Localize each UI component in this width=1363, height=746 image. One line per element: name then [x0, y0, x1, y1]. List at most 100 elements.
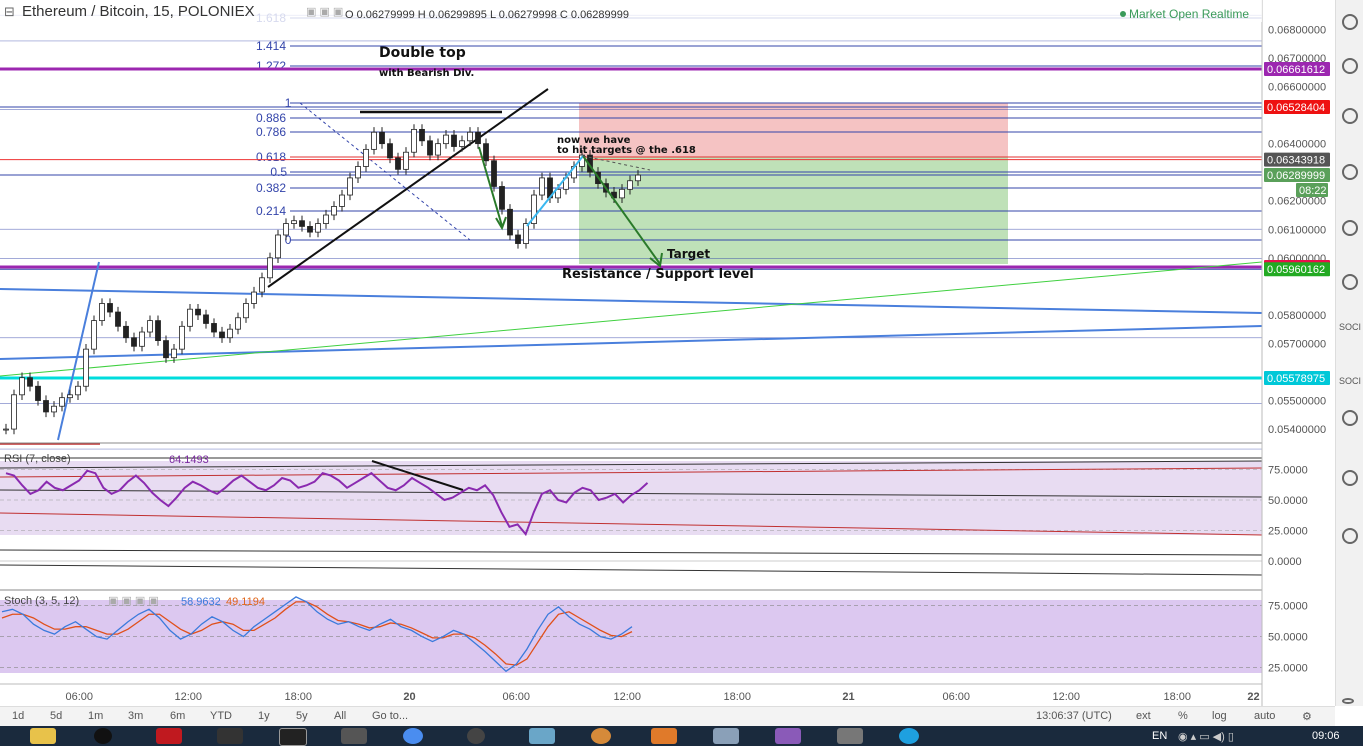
- scale-button[interactable]: auto: [1254, 710, 1275, 722]
- candle-body: [19, 377, 25, 396]
- candle-body: [131, 337, 137, 347]
- time-tick-label: 12:00: [614, 691, 642, 703]
- rsi-value: 64.1493: [169, 454, 209, 466]
- goto-button[interactable]: Go to...: [372, 710, 408, 722]
- candle-body: [363, 148, 369, 167]
- stoch-tool-icons[interactable]: ▣ ▣ ▣ ▣: [108, 595, 159, 607]
- chart-canvas[interactable]: 1.6181.4141.27210.8860.7860.6180.50.3820…: [0, 0, 1363, 746]
- terminal-icon[interactable]: [279, 728, 307, 746]
- data-window-icon[interactable]: [1342, 108, 1358, 124]
- social-label-2[interactable]: SOCI: [1339, 376, 1361, 386]
- social-label[interactable]: SOCI: [1339, 322, 1361, 332]
- clock[interactable]: 09:06: [1312, 730, 1340, 742]
- candle-body: [267, 257, 273, 279]
- minimize-icon[interactable]: ⊟: [4, 4, 15, 19]
- window-icon[interactable]: [217, 728, 243, 744]
- candle-body: [115, 311, 121, 327]
- lock-icon[interactable]: [837, 728, 863, 744]
- candle-body: [67, 394, 73, 399]
- target-label[interactable]: Target: [667, 247, 710, 261]
- price-tick-label: 0.06800000: [1268, 25, 1326, 37]
- visual-studio-icon[interactable]: [775, 728, 801, 744]
- candle-body: [387, 143, 393, 159]
- candle-body: [355, 166, 361, 179]
- time-axis[interactable]: 06:00 12:00 18:00 20 06:00 12:00 18:00 21 06:00 1…: [66, 691, 1260, 703]
- price-tick-label: 0.06100000: [1268, 224, 1326, 236]
- hit-targets-label[interactable]: to hit targets @ the .618: [557, 145, 696, 156]
- candle-body: [251, 291, 257, 304]
- file-explorer-icon[interactable]: [30, 728, 56, 744]
- scale-button[interactable]: ext: [1136, 710, 1151, 722]
- candle-body: [379, 131, 385, 145]
- chrome-icon[interactable]: [403, 728, 423, 744]
- candle-body: [507, 208, 513, 236]
- scale-button[interactable]: %: [1178, 710, 1188, 722]
- stoch-tick-label: 25.0000: [1268, 663, 1308, 675]
- skype-icon[interactable]: [899, 728, 919, 744]
- candle-body: [43, 400, 49, 413]
- candle-body: [3, 428, 9, 431]
- candle-body: [347, 177, 353, 196]
- vm-icon[interactable]: [713, 728, 739, 744]
- header-tool-icons[interactable]: ▣ ▣ ▣: [306, 6, 343, 18]
- bearish-div-label[interactable]: with Bearish Div.: [379, 68, 474, 79]
- media-icon[interactable]: [156, 728, 182, 744]
- period-button[interactable]: 5y: [296, 710, 308, 722]
- utc-clock[interactable]: 13:06:37 (UTC): [1036, 710, 1112, 722]
- mp3-icon[interactable]: [341, 728, 367, 744]
- alerts-icon[interactable]: [1342, 58, 1358, 74]
- language-indicator[interactable]: EN: [1152, 730, 1167, 742]
- double-top-label[interactable]: Double top: [379, 45, 466, 61]
- calendar-icon[interactable]: [1342, 220, 1358, 236]
- phone-icon[interactable]: [1342, 528, 1358, 544]
- period-button[interactable]: 1y: [258, 710, 270, 722]
- candle-body: [427, 140, 433, 156]
- candle-body: [107, 303, 113, 313]
- resistance-label[interactable]: Resistance / Support level: [562, 267, 754, 282]
- price-tick-label: 0.05700000: [1268, 338, 1326, 350]
- fib-level-label: 0.786: [256, 125, 286, 139]
- streams-icon[interactable]: [1342, 470, 1358, 486]
- price-badge-label: 0.05960162: [1267, 264, 1325, 276]
- period-button[interactable]: 5d: [50, 710, 62, 722]
- candle-body: [139, 331, 145, 347]
- stoch-tick-label: 75.0000: [1268, 601, 1308, 613]
- stoch-label[interactable]: Stoch (3, 5, 12): [4, 595, 79, 607]
- period-button[interactable]: 6m: [170, 710, 185, 722]
- candle-body: [35, 385, 41, 401]
- video-icon[interactable]: [651, 728, 677, 744]
- taskbar: EN ◉ ▴ ▭ ◀) ▯ 09:06: [0, 726, 1363, 746]
- watchlist-icon[interactable]: [1342, 14, 1358, 30]
- app-icon[interactable]: [94, 728, 112, 744]
- fib-level-label: 0.214: [256, 204, 286, 218]
- help-icon[interactable]: [1342, 698, 1354, 704]
- candle-body: [635, 174, 641, 182]
- headset-icon[interactable]: [467, 728, 485, 744]
- ideas-icon[interactable]: [1342, 274, 1358, 290]
- period-button[interactable]: All: [334, 710, 346, 722]
- rsi-label[interactable]: RSI (7, close): [4, 453, 71, 465]
- notes-icon[interactable]: [529, 728, 555, 744]
- scale-button[interactable]: log: [1212, 710, 1227, 722]
- candle-body: [147, 320, 153, 333]
- gear-icon[interactable]: ⚙: [1302, 710, 1312, 723]
- candle-body: [331, 206, 337, 216]
- market-status: Market Open Realtime: [1129, 7, 1249, 21]
- period-button[interactable]: 1d: [12, 710, 24, 722]
- price-badge-label: 0.06661612: [1267, 64, 1325, 76]
- price-axis[interactable]: 0.068000000.067000000.066000000.06400000…: [1264, 25, 1330, 675]
- hotlist-icon[interactable]: [1342, 164, 1358, 180]
- period-button[interactable]: 1m: [88, 710, 103, 722]
- candle-body: [371, 131, 377, 150]
- period-button[interactable]: YTD: [210, 710, 232, 722]
- time-tick-label: 18:00: [285, 691, 313, 703]
- time-tick-label: 18:00: [1164, 691, 1192, 703]
- period-button[interactable]: 3m: [128, 710, 143, 722]
- chat-icon[interactable]: [1342, 410, 1358, 426]
- stoch-k-value: 58.9632: [181, 596, 221, 608]
- right-sidebar: SOCI SOCI: [1335, 0, 1363, 706]
- price-tick-label: 0.05500000: [1268, 396, 1326, 408]
- fib-level-label: 0.382: [256, 181, 286, 195]
- paint-icon[interactable]: [591, 728, 611, 744]
- tray-icons[interactable]: ◉ ▴ ▭ ◀) ▯: [1178, 730, 1234, 743]
